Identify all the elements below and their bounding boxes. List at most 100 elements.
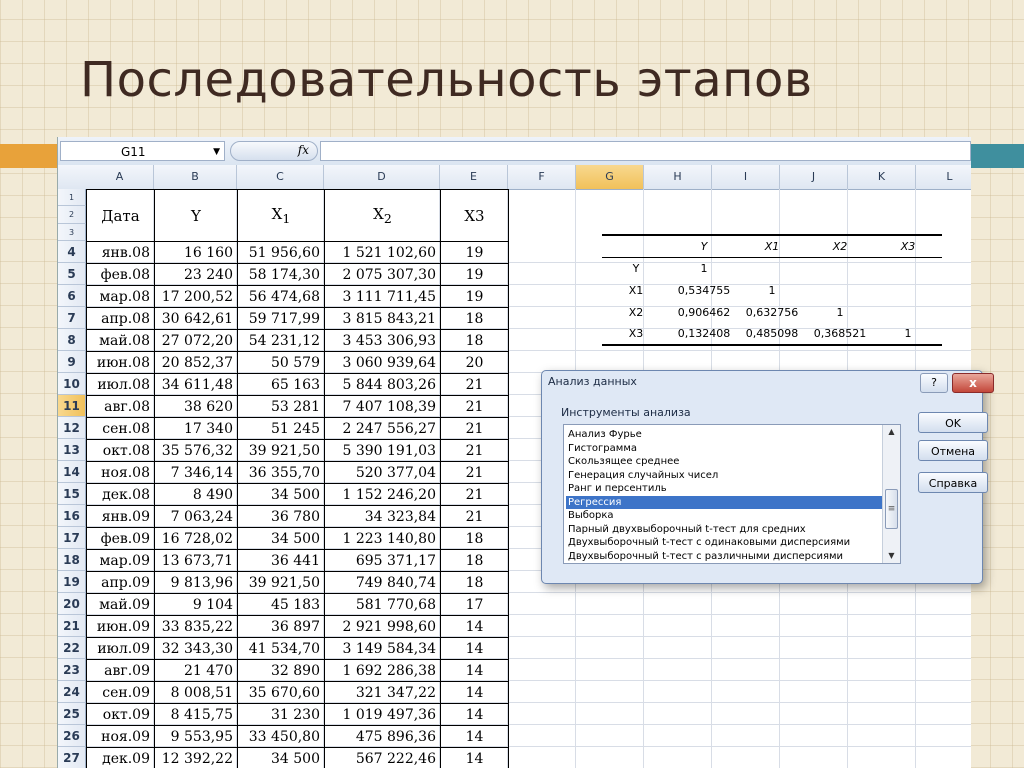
table-cell[interactable]: 21 <box>440 373 509 396</box>
table-cell[interactable]: фев.09 <box>86 527 155 550</box>
correlation-cell[interactable] <box>806 279 874 301</box>
table-cell[interactable]: 18 <box>440 527 509 550</box>
table-cell[interactable]: авг.09 <box>86 659 155 682</box>
correlation-header-cell[interactable] <box>602 234 670 258</box>
table-cell[interactable]: фев.08 <box>86 263 155 286</box>
column-header-k[interactable]: K <box>848 165 916 189</box>
table-cell[interactable]: 14 <box>440 615 509 638</box>
table-cell[interactable]: 3 149 584,34 <box>324 637 441 660</box>
cancel-button[interactable]: Отмена <box>918 440 988 461</box>
table-cell[interactable]: 1 152 246,20 <box>324 483 441 506</box>
row-header-1[interactable]: 1 <box>58 189 86 207</box>
table-cell[interactable]: 33 835,22 <box>154 615 238 638</box>
row-header-17[interactable]: 17 <box>58 526 86 549</box>
table-cell[interactable]: 16 728,02 <box>154 527 238 550</box>
formula-input[interactable] <box>320 141 971 161</box>
row-header-3[interactable]: 3 <box>58 223 86 241</box>
correlation-header-cell[interactable]: X3 <box>874 234 942 258</box>
tool-list-item[interactable]: Генерация случайных чисел <box>566 469 882 482</box>
table-cell[interactable]: 51 245 <box>237 417 325 440</box>
table-cell[interactable]: 58 174,30 <box>237 263 325 286</box>
function-button-group[interactable]: fx <box>230 141 318 161</box>
correlation-cell[interactable]: X1 <box>602 279 670 301</box>
scroll-thumb[interactable]: ≡ <box>885 489 898 529</box>
tool-list-item[interactable]: Регрессия <box>566 495 882 509</box>
table-cell[interactable]: апр.08 <box>86 307 155 330</box>
row-header-25[interactable]: 25 <box>58 702 86 725</box>
table-cell[interactable]: 20 <box>440 351 509 374</box>
tool-list-item[interactable]: Ранг и персентиль <box>566 482 882 495</box>
table-cell[interactable]: 2 247 556,27 <box>324 417 441 440</box>
row-header-2[interactable]: 2 <box>58 206 86 224</box>
tool-list-item[interactable]: Анализ Фурье <box>566 428 882 441</box>
table-cell[interactable]: янв.09 <box>86 505 155 528</box>
row-header-24[interactable]: 24 <box>58 680 86 703</box>
table-cell[interactable]: 321 347,22 <box>324 681 441 704</box>
correlation-cell[interactable]: 0,368521 <box>806 323 874 346</box>
table-cell[interactable]: сен.08 <box>86 417 155 440</box>
table-cell[interactable]: 18 <box>440 549 509 572</box>
table-cell[interactable]: 41 534,70 <box>237 637 325 660</box>
table-cell[interactable]: 36 897 <box>237 615 325 638</box>
table-cell[interactable]: 1 521 102,60 <box>324 241 441 264</box>
table-cell[interactable]: 5 844 803,26 <box>324 373 441 396</box>
table-cell[interactable]: 39 921,50 <box>237 439 325 462</box>
table-cell[interactable]: 33 450,80 <box>237 725 325 748</box>
correlation-cell[interactable]: 0,632756 <box>738 301 806 323</box>
listbox-scrollbar[interactable]: ▲ ≡ ▼ <box>882 425 900 563</box>
table-cell[interactable]: ноя.08 <box>86 461 155 484</box>
column-header-a[interactable]: A <box>86 165 154 189</box>
table-cell[interactable]: 32 343,30 <box>154 637 238 660</box>
table-cell[interactable]: 2 075 307,30 <box>324 263 441 286</box>
table-cell[interactable]: 56 474,68 <box>237 285 325 308</box>
table-cell[interactable]: 19 <box>440 241 509 264</box>
table-cell[interactable]: 7 063,24 <box>154 505 238 528</box>
table-cell[interactable]: сен.09 <box>86 681 155 704</box>
table-cell[interactable]: 65 163 <box>237 373 325 396</box>
table-cell[interactable]: 7 346,14 <box>154 461 238 484</box>
header-x1[interactable]: X1 <box>237 189 325 242</box>
function-icon[interactable]: fx <box>298 143 309 157</box>
table-cell[interactable]: мар.09 <box>86 549 155 572</box>
row-header-13[interactable]: 13 <box>58 438 86 461</box>
header-x2[interactable]: X2 <box>324 189 441 242</box>
table-cell[interactable]: 7 407 108,39 <box>324 395 441 418</box>
table-cell[interactable]: 581 770,68 <box>324 593 441 616</box>
table-cell[interactable]: мар.08 <box>86 285 155 308</box>
table-cell[interactable]: 1 019 497,36 <box>324 703 441 726</box>
correlation-cell[interactable]: 1 <box>670 257 738 279</box>
table-cell[interactable]: 9 813,96 <box>154 571 238 594</box>
table-cell[interactable]: 3 453 306,93 <box>324 329 441 352</box>
table-cell[interactable]: 520 377,04 <box>324 461 441 484</box>
table-cell[interactable]: май.09 <box>86 593 155 616</box>
table-cell[interactable]: 13 673,71 <box>154 549 238 572</box>
row-header-14[interactable]: 14 <box>58 460 86 483</box>
scroll-down-icon[interactable]: ▼ <box>883 549 900 563</box>
row-header-9[interactable]: 9 <box>58 350 86 373</box>
row-header-19[interactable]: 19 <box>58 570 86 593</box>
row-header-7[interactable]: 7 <box>58 306 86 329</box>
correlation-header-cell[interactable]: Y <box>670 234 738 258</box>
table-cell[interactable]: 8 490 <box>154 483 238 506</box>
table-cell[interactable]: 17 340 <box>154 417 238 440</box>
table-cell[interactable]: 34 500 <box>237 527 325 550</box>
table-cell[interactable]: 19 <box>440 285 509 308</box>
tools-listbox[interactable]: Анализ Фурье Гистограмма Скользящее средне… <box>563 424 901 564</box>
table-cell[interactable]: 53 281 <box>237 395 325 418</box>
table-cell[interactable]: 21 <box>440 505 509 528</box>
table-cell[interactable]: июл.08 <box>86 373 155 396</box>
column-header-g[interactable]: G <box>576 165 644 189</box>
table-cell[interactable]: 35 670,60 <box>237 681 325 704</box>
table-cell[interactable]: 21 <box>440 461 509 484</box>
table-cell[interactable]: 8 008,51 <box>154 681 238 704</box>
ok-button[interactable]: OK <box>918 412 988 433</box>
table-cell[interactable]: 54 231,12 <box>237 329 325 352</box>
table-cell[interactable]: май.08 <box>86 329 155 352</box>
row-header-11[interactable]: 11 <box>58 394 86 417</box>
row-header-12[interactable]: 12 <box>58 416 86 439</box>
tool-list-item[interactable]: Выборка <box>566 509 882 522</box>
table-cell[interactable]: 19 <box>440 263 509 286</box>
table-cell[interactable]: июн.09 <box>86 615 155 638</box>
table-cell[interactable]: дек.08 <box>86 483 155 506</box>
correlation-cell[interactable]: 0,132408 <box>670 323 738 346</box>
